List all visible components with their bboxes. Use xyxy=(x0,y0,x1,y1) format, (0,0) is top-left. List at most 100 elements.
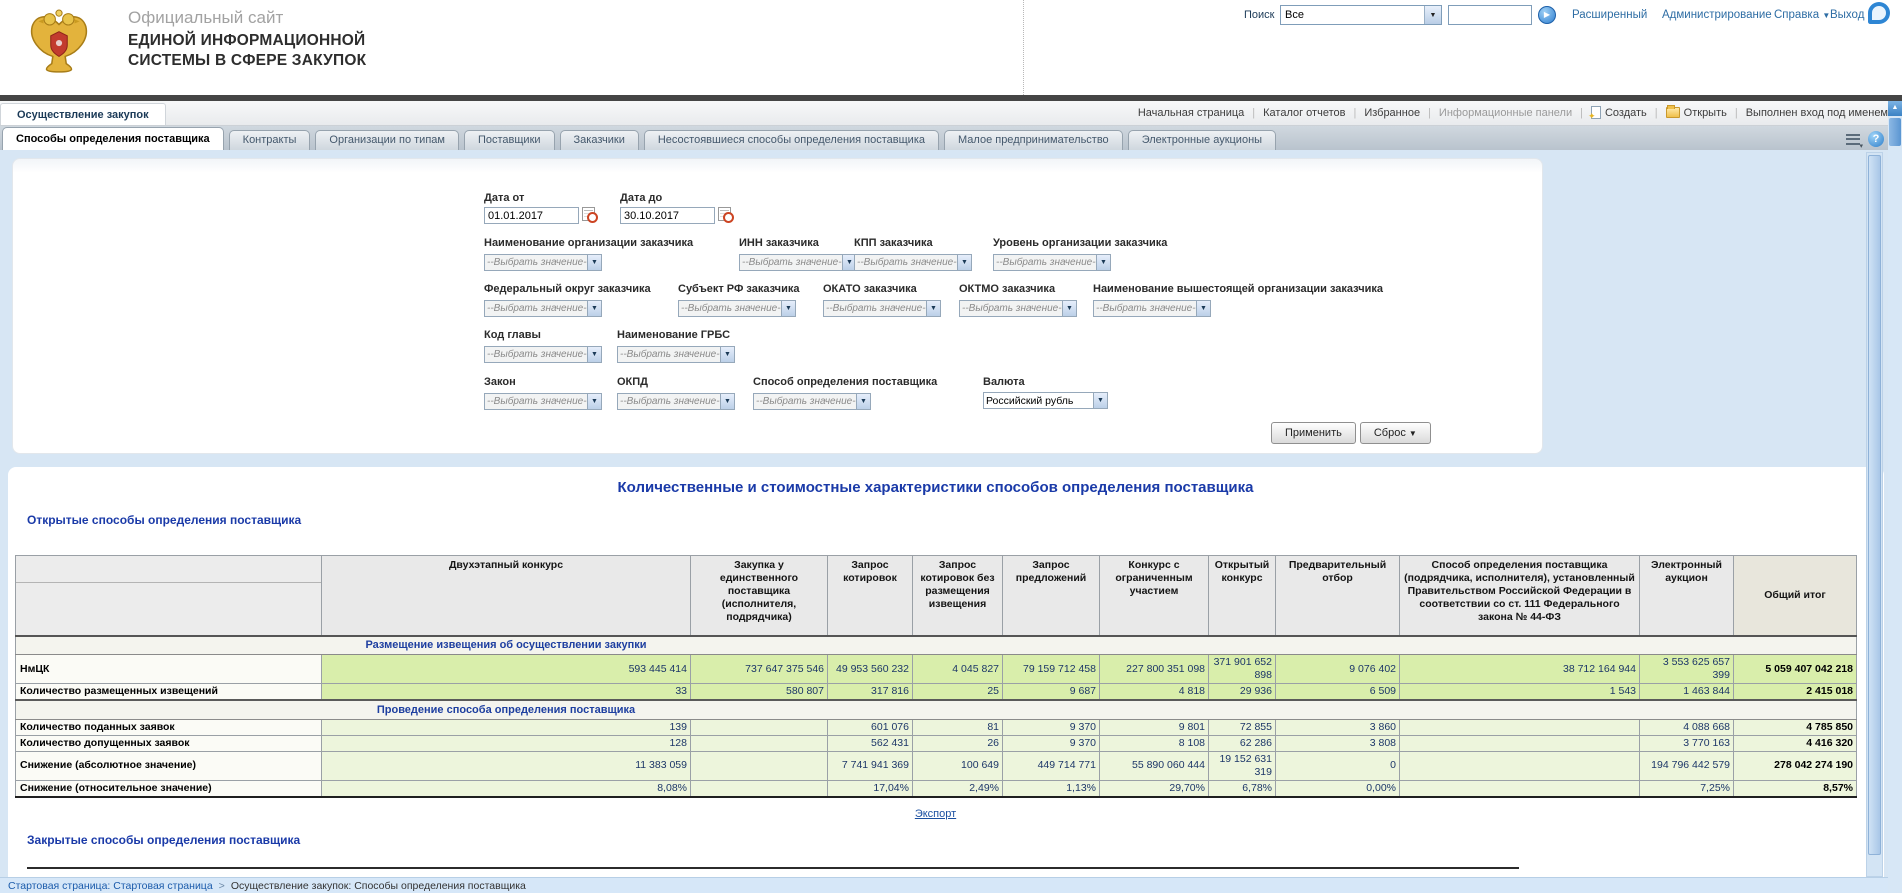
russia-coat-of-arms-logo xyxy=(26,4,92,85)
search-scope-select[interactable]: Все ▼ xyxy=(1280,5,1442,25)
filter-customer-kpp: КПП заказчика --Выбрать значение--▼ xyxy=(854,237,972,271)
chevron-down-icon[interactable]: ▼ xyxy=(1096,255,1110,270)
chevron-down-icon[interactable]: ▼ xyxy=(781,301,795,316)
breadcrumb-home-link[interactable]: Стартовая страница: Стартовая страница xyxy=(8,880,213,892)
list-menu-icon[interactable] xyxy=(1846,134,1860,145)
chevron-down-icon[interactable]: ▼ xyxy=(587,394,601,409)
tab-supplier-determination-methods[interactable]: Способы определения поставщика xyxy=(2,127,224,150)
report-panel: Количественные и стоимостные характерист… xyxy=(8,467,1884,877)
table-cell: 81 xyxy=(913,719,1003,735)
table-cell: 601 076 xyxy=(828,719,913,735)
logout-link[interactable]: Выход xyxy=(1830,9,1864,21)
menu-item-report-catalog[interactable]: Каталог отчетов xyxy=(1263,107,1345,119)
tab-electronic-auctions[interactable]: Электронные аукционы xyxy=(1128,130,1276,150)
date-from-label: Дата от xyxy=(484,192,595,204)
filter-federal-district: Федеральный округ заказчика --Выбрать зн… xyxy=(484,283,651,317)
table-cell xyxy=(1400,780,1640,797)
column-header: Запрос предложений xyxy=(1003,556,1100,636)
subject-rf-select[interactable]: --Выбрать значение--▼ xyxy=(678,300,796,317)
calendar-icon[interactable] xyxy=(718,207,731,221)
calendar-icon[interactable] xyxy=(582,207,595,221)
chevron-down-icon[interactable]: ▼ xyxy=(587,255,601,270)
menu-item-create[interactable]: Создать xyxy=(1591,106,1647,119)
feedback-bubble-icon[interactable] xyxy=(1868,2,1890,24)
chevron-down-icon[interactable]: ▼ xyxy=(720,347,734,362)
table-cell: 55 890 060 444 xyxy=(1100,751,1209,780)
search-area: Поиск Все ▼ ▶ Расширенный Администрирова… xyxy=(1240,4,1900,30)
new-document-icon xyxy=(1591,106,1601,119)
search-go-button[interactable]: ▶ xyxy=(1538,6,1556,24)
chevron-down-icon[interactable]: ▼ xyxy=(926,301,940,316)
chevron-down-icon: ▼ xyxy=(1409,429,1417,438)
chevron-down-icon[interactable]: ▼ xyxy=(587,301,601,316)
tab-customers[interactable]: Заказчики xyxy=(560,130,639,150)
filter-grbs: Наименование ГРБС --Выбрать значение--▼ xyxy=(617,329,735,363)
browser-vertical-scrollbar[interactable]: ▲ xyxy=(1888,101,1902,893)
menu-item-dashboards[interactable]: Информационные панели xyxy=(1439,107,1572,119)
row-label: Количество размещенных извещений xyxy=(16,684,322,701)
table-cell: 1,13% xyxy=(1003,780,1100,797)
tab-small-business[interactable]: Малое предпринимательство xyxy=(944,130,1123,150)
menu-item-favorites[interactable]: Избранное xyxy=(1364,107,1420,119)
table-cell: 449 714 771 xyxy=(1003,751,1100,780)
date-to-input[interactable] xyxy=(620,207,715,224)
date-to-label: Дата до xyxy=(620,192,731,204)
customer-org-name-select[interactable]: --Выбрать значение--▼ xyxy=(484,254,602,271)
tab-organizations-by-type[interactable]: Организации по типам xyxy=(315,130,459,150)
filter-parent-org: Наименование вышестоящей организации зак… xyxy=(1093,283,1383,317)
chevron-down-icon[interactable]: ▼ xyxy=(957,255,971,270)
table-cell: 6,78% xyxy=(1209,780,1276,797)
parent-org-select[interactable]: --Выбрать значение--▼ xyxy=(1093,300,1211,317)
customer-kpp-select[interactable]: --Выбрать значение--▼ xyxy=(854,254,972,271)
breadcrumb-current: Осуществление закупок: Способы определен… xyxy=(231,880,526,892)
table-cell: 580 807 xyxy=(691,684,828,701)
chevron-down-icon[interactable]: ▼ xyxy=(856,394,870,409)
search-input[interactable] xyxy=(1448,5,1532,25)
chevron-down-icon[interactable]: ▼ xyxy=(720,394,734,409)
browser-scrollbar-thumb[interactable] xyxy=(1889,118,1901,146)
module-tab-procurement[interactable]: Осуществление закупок xyxy=(0,103,166,125)
closed-section-divider xyxy=(27,867,1519,869)
date-from-input[interactable] xyxy=(484,207,579,224)
reset-button[interactable]: Сброс ▼ xyxy=(1360,422,1431,444)
chevron-down-icon[interactable]: ▼ xyxy=(1062,301,1076,316)
menu-item-open[interactable]: Открыть xyxy=(1666,107,1727,119)
currency-select[interactable]: Российский рубль▼ xyxy=(983,392,1108,409)
scroll-up-arrow[interactable]: ▲ xyxy=(1888,101,1902,116)
federal-district-select[interactable]: --Выбрать значение--▼ xyxy=(484,300,602,317)
filter-chapter-code: Код главы --Выбрать значение--▼ xyxy=(484,329,602,363)
table-cell: 2 415 018 xyxy=(1734,684,1857,701)
reset-label: Сброс xyxy=(1374,427,1406,439)
help-icon[interactable]: ? xyxy=(1868,131,1884,147)
chevron-down-icon[interactable]: ▼ xyxy=(587,347,601,362)
okato-select[interactable]: --Выбрать значение--▼ xyxy=(823,300,941,317)
currency-value: Российский рубль xyxy=(984,393,1093,408)
apply-button[interactable]: Применить xyxy=(1271,422,1356,444)
help-menu-link[interactable]: Справка ▼ xyxy=(1774,9,1830,21)
customer-org-level-select[interactable]: --Выбрать значение--▼ xyxy=(993,254,1111,271)
menu-item-home[interactable]: Начальная страница xyxy=(1138,107,1244,119)
column-header: Закупка у единственного поставщика (испо… xyxy=(691,556,828,636)
chevron-down-icon[interactable]: ▼ xyxy=(1424,6,1441,24)
determination-method-select[interactable]: --Выбрать значение--▼ xyxy=(753,393,871,410)
chevron-down-icon[interactable]: ▼ xyxy=(1196,301,1210,316)
filter-okato: ОКАТО заказчика --Выбрать значение--▼ xyxy=(823,283,941,317)
tab-contracts[interactable]: Контракты xyxy=(229,130,311,150)
oktmo-select[interactable]: --Выбрать значение--▼ xyxy=(959,300,1077,317)
pane-scrollbar-thumb[interactable] xyxy=(1868,155,1881,855)
table-cell xyxy=(691,719,828,735)
grbs-select[interactable]: --Выбрать значение--▼ xyxy=(617,346,735,363)
law-select[interactable]: --Выбрать значение--▼ xyxy=(484,393,602,410)
select-placeholder: --Выбрать значение-- xyxy=(679,301,781,316)
tab-failed-methods[interactable]: Несостоявшиеся способы определения поста… xyxy=(644,130,939,150)
export-link[interactable]: Экспорт xyxy=(915,808,956,820)
okpd-select[interactable]: --Выбрать значение--▼ xyxy=(617,393,735,410)
advanced-search-link[interactable]: Расширенный xyxy=(1572,9,1647,21)
chevron-down-icon[interactable]: ▼ xyxy=(1093,393,1107,408)
administration-link[interactable]: Администрирование xyxy=(1662,9,1772,21)
tab-suppliers[interactable]: Поставщики xyxy=(464,130,555,150)
filter-law: Закон --Выбрать значение--▼ xyxy=(484,376,602,410)
pane-vertical-scrollbar[interactable] xyxy=(1866,152,1883,877)
chapter-code-select[interactable]: --Выбрать значение--▼ xyxy=(484,346,602,363)
customer-inn-select[interactable]: --Выбрать значение--▼ xyxy=(739,254,857,271)
